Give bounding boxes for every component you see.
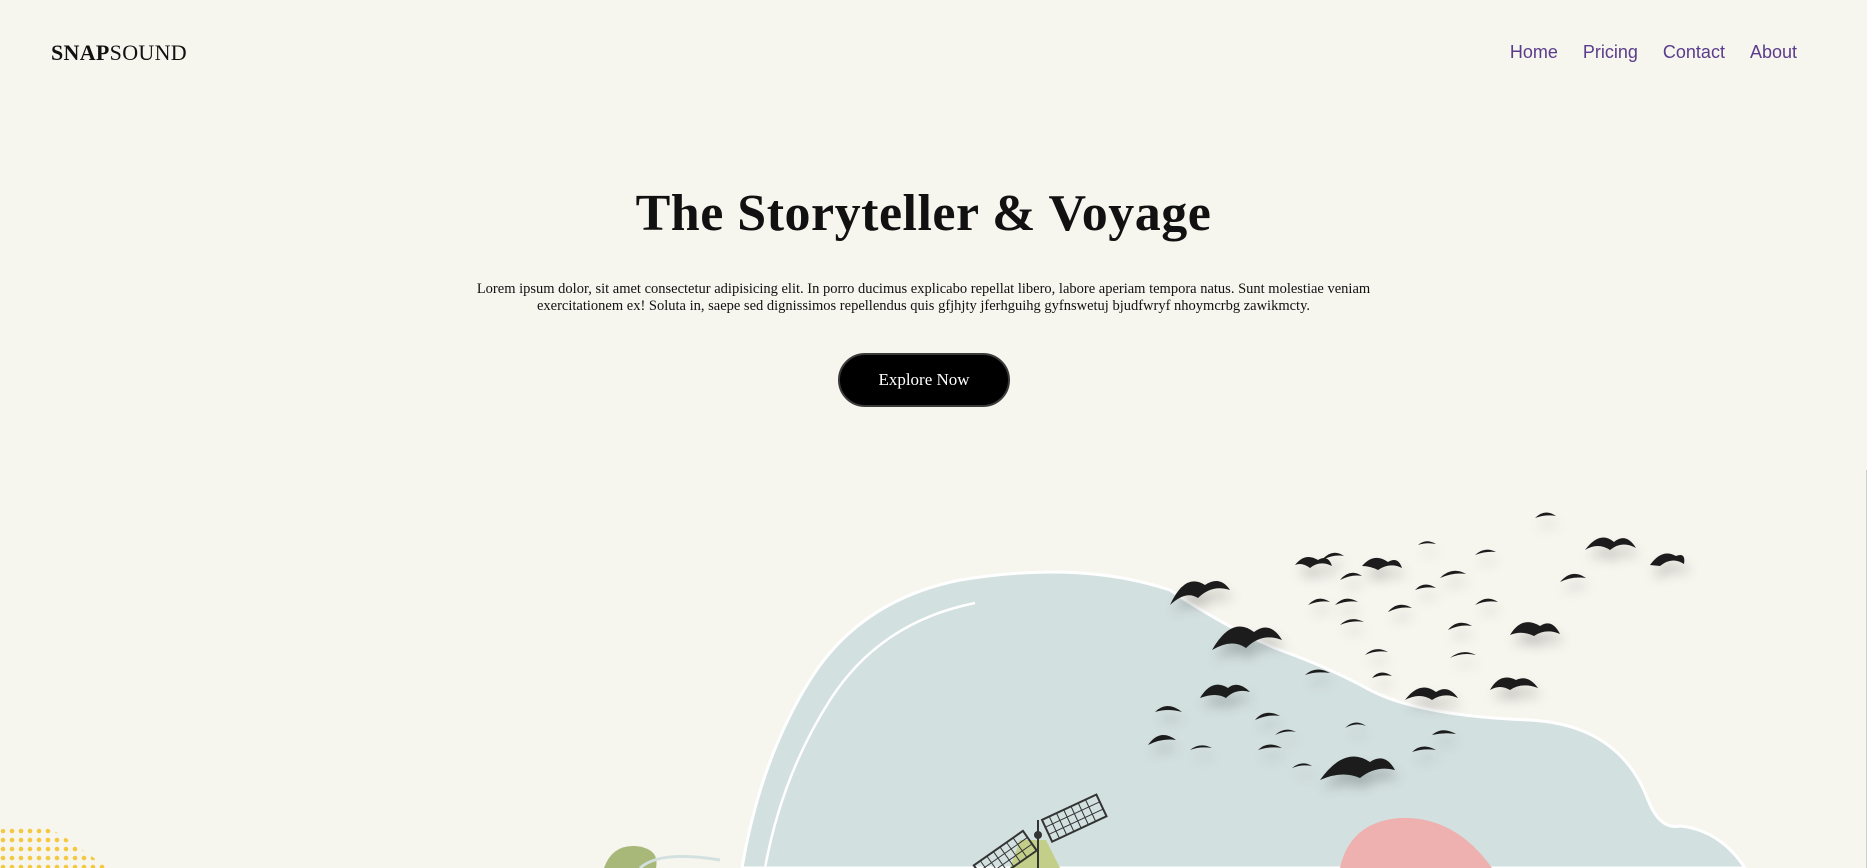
bird-icon — [1585, 537, 1636, 550]
cloud-shape — [638, 570, 1747, 868]
logo-regular-text: SOUND — [109, 40, 187, 65]
logo-bold-text: SNAP — [51, 40, 110, 65]
bird-icon — [1295, 556, 1332, 568]
bird-icon — [1418, 541, 1436, 545]
explore-now-button[interactable]: Explore Now — [838, 353, 1010, 407]
navbar: SNAPSOUND Home Pricing Contact About — [0, 0, 1867, 108]
bird-icon — [1388, 604, 1412, 612]
bird-icon — [1510, 622, 1560, 636]
nav-link-contact[interactable]: Contact — [1663, 42, 1725, 63]
bird-icon — [1335, 598, 1358, 605]
bird-icon — [1308, 598, 1330, 605]
bird-icon — [1405, 687, 1458, 700]
bird-icon — [1440, 570, 1466, 578]
bird-icon — [1560, 573, 1586, 582]
hero-title: The Storyteller & Voyage — [635, 185, 1212, 242]
yellow-dot-pattern — [0, 825, 108, 868]
bird-icon — [1475, 549, 1496, 555]
nav-link-pricing[interactable]: Pricing — [1583, 42, 1638, 63]
bird-icon — [1475, 598, 1498, 605]
bird-icon — [1372, 672, 1392, 678]
hero-description: Lorem ipsum dolor, sit amet consectetur … — [476, 281, 1371, 314]
bird-icon — [1362, 557, 1402, 570]
bird-icon — [1340, 572, 1362, 580]
green-blob — [604, 845, 657, 868]
brand-logo[interactable]: SNAPSOUND — [51, 40, 187, 66]
nav-link-about[interactable]: About — [1750, 42, 1797, 63]
nav-link-home[interactable]: Home — [1510, 42, 1558, 63]
bird-icon — [1415, 584, 1436, 590]
nav-links: Home Pricing Contact About — [1510, 42, 1797, 63]
bird-icon — [1365, 649, 1388, 655]
bird-icon — [1650, 553, 1685, 566]
hero-illustration — [0, 512, 1747, 868]
bird-icon — [1340, 619, 1364, 625]
bird-icon — [1535, 512, 1556, 518]
bird-icon — [1490, 677, 1538, 690]
bird-icon — [1450, 652, 1476, 658]
bird-icon — [1448, 622, 1472, 630]
